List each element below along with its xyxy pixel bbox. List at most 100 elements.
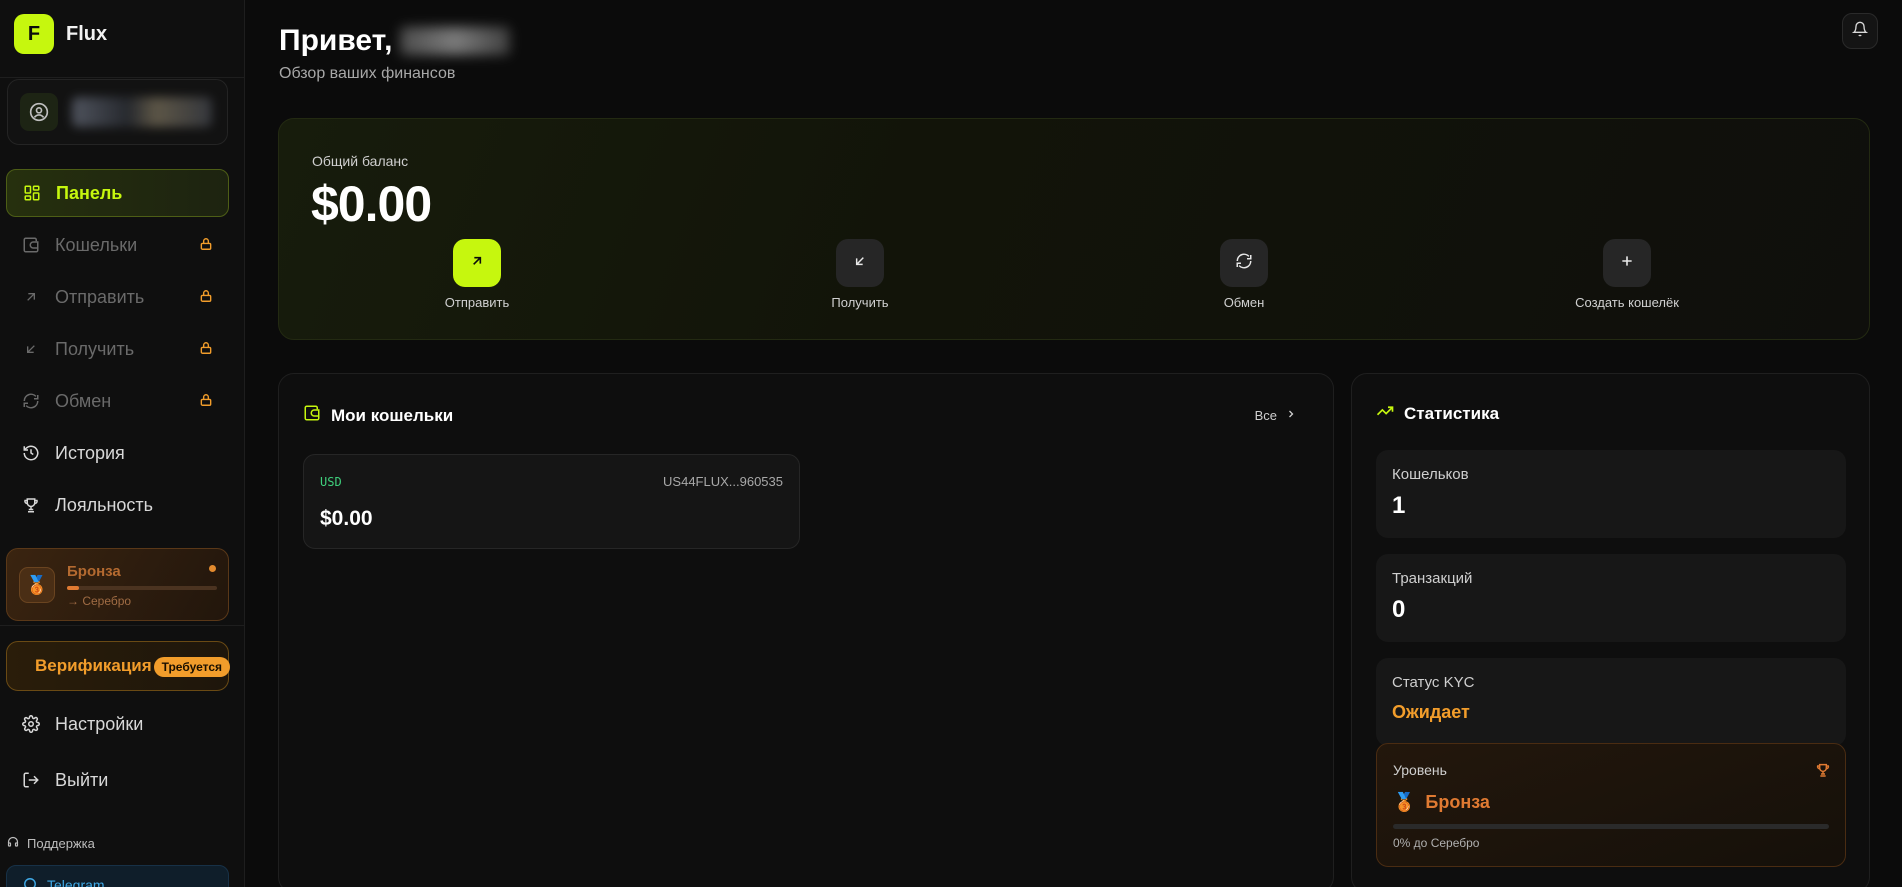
send-action[interactable]: Отправить bbox=[407, 239, 547, 310]
view-all-wallets-link[interactable]: Все bbox=[1255, 408, 1297, 423]
exchange-button[interactable] bbox=[1220, 239, 1268, 287]
level-progress bbox=[1393, 824, 1829, 829]
support-section: Поддержка bbox=[7, 836, 95, 851]
user-avatar-icon bbox=[20, 93, 58, 131]
stat-kyc: Статус KYC Ожидает bbox=[1376, 658, 1846, 746]
wallets-title: Мои кошельки bbox=[303, 404, 453, 427]
bronze-medal-icon: 🥉 bbox=[1393, 792, 1416, 812]
wallet-currency: USD bbox=[320, 475, 342, 489]
brand-name: Flux bbox=[66, 22, 108, 45]
stat-label: Кошельков bbox=[1392, 466, 1469, 483]
loyalty-next-level: → Серебро bbox=[67, 594, 132, 608]
dashboard-icon bbox=[22, 183, 42, 203]
exchange-icon bbox=[21, 391, 41, 411]
lock-icon bbox=[199, 392, 213, 413]
create-wallet-button[interactable] bbox=[1603, 239, 1651, 287]
sidebar-nav: Панель Кошельки Отправить Получить Обмен… bbox=[6, 169, 229, 533]
notifications-button[interactable] bbox=[1842, 13, 1878, 49]
loyalty-progress-fill bbox=[67, 586, 79, 590]
level-label: Уровень bbox=[1393, 762, 1447, 778]
stats-card: Статистика Кошельков 1 Транзакций 0 Стат… bbox=[1351, 373, 1870, 887]
receive-action[interactable]: Получить bbox=[790, 239, 930, 310]
sidebar: F Flux Панель Кошельки Отправить Получит… bbox=[0, 0, 245, 887]
wallet-icon bbox=[21, 235, 41, 255]
page-title: Привет, bbox=[279, 24, 511, 58]
receive-button[interactable] bbox=[836, 239, 884, 287]
arrow-up-right-icon bbox=[21, 287, 41, 307]
sidebar-item-logout[interactable]: Выйти bbox=[6, 756, 229, 804]
balance-label: Общий баланс bbox=[312, 153, 409, 169]
stat-label: Транзакций bbox=[1392, 570, 1473, 587]
lock-icon bbox=[199, 340, 213, 361]
sidebar-item-label: Настройки bbox=[55, 713, 144, 734]
verification-button[interactable]: Верификация Требуется bbox=[6, 641, 230, 691]
action-label: Отправить bbox=[444, 295, 510, 310]
sidebar-item-loyalty[interactable]: Лояльность bbox=[6, 481, 229, 529]
exchange-icon bbox=[1235, 252, 1253, 275]
sidebar-item-history[interactable]: История bbox=[6, 429, 229, 477]
bronze-medal-icon: 🥉 bbox=[19, 567, 55, 603]
send-button[interactable] bbox=[453, 239, 501, 287]
verification-required-badge: Требуется bbox=[153, 657, 230, 677]
main-content: Привет, Обзор ваших финансов Общий балан… bbox=[245, 0, 1902, 887]
wallet-iban: US44FLUX...960535 bbox=[663, 474, 783, 489]
sidebar-item-label: Получить bbox=[55, 338, 135, 359]
logout-icon bbox=[21, 770, 41, 790]
user-card[interactable] bbox=[7, 79, 228, 145]
wallet-item[interactable]: USD US44FLUX...960535 $0.00 bbox=[303, 454, 800, 549]
level-name: 🥉 Бронза bbox=[1393, 792, 1490, 813]
telegram-icon bbox=[23, 877, 37, 887]
balance-value: $0.00 bbox=[311, 176, 432, 232]
trophy-icon bbox=[1815, 762, 1831, 783]
arrow-down-left-icon bbox=[852, 253, 868, 274]
telegram-link[interactable]: Telegram bbox=[6, 865, 229, 887]
stats-title: Статистика bbox=[1376, 402, 1499, 425]
level-name-text: Бронза bbox=[1425, 792, 1490, 812]
loyalty-card[interactable]: 🥉 Бронза → Серебро bbox=[6, 548, 229, 621]
sidebar-item-send[interactable]: Отправить bbox=[6, 273, 229, 321]
wallet-icon bbox=[303, 404, 321, 427]
stat-value: 1 bbox=[1392, 492, 1406, 519]
stat-value: 0 bbox=[1392, 596, 1406, 623]
sidebar-item-label: Обмен bbox=[55, 390, 112, 411]
action-label: Обмен bbox=[1223, 295, 1265, 310]
greeting-text: Привет, bbox=[279, 24, 393, 57]
create-wallet-action[interactable]: Создать кошелёк bbox=[1557, 239, 1697, 310]
sidebar-item-settings[interactable]: Настройки bbox=[6, 700, 229, 748]
chevron-right-icon bbox=[1285, 408, 1297, 423]
headset-icon bbox=[7, 836, 19, 851]
verification-label: Верификация bbox=[35, 656, 152, 675]
support-label: Поддержка bbox=[27, 836, 95, 851]
telegram-label: Telegram bbox=[47, 877, 105, 887]
wallets-title-text: Мои кошельки bbox=[331, 405, 454, 425]
arrow-down-left-icon bbox=[21, 339, 41, 359]
action-label: Создать кошелёк bbox=[1575, 295, 1679, 310]
user-name-redacted bbox=[72, 97, 212, 127]
brand-logo: F bbox=[14, 14, 54, 54]
wallet-amount: $0.00 bbox=[320, 507, 373, 530]
loyalty-level: Бронза bbox=[67, 563, 121, 580]
divider bbox=[0, 77, 245, 78]
trophy-icon bbox=[21, 495, 41, 515]
exchange-action[interactable]: Обмен bbox=[1174, 239, 1314, 310]
wallets-card: Мои кошельки Все USD US44FLUX...960535 $… bbox=[278, 373, 1334, 887]
trending-up-icon bbox=[1376, 402, 1394, 425]
sidebar-item-receive[interactable]: Получить bbox=[6, 325, 229, 373]
balance-card: Общий баланс $0.00 Отправить Получить Об… bbox=[278, 118, 1870, 340]
level-card[interactable]: Уровень 🥉 Бронза 0% до Серебро bbox=[1376, 743, 1846, 867]
lock-icon bbox=[199, 288, 213, 309]
sidebar-item-wallets[interactable]: Кошельки bbox=[6, 221, 229, 269]
divider bbox=[0, 625, 245, 626]
sidebar-item-exchange[interactable]: Обмен bbox=[6, 377, 229, 425]
brand[interactable]: F Flux bbox=[14, 14, 107, 54]
sidebar-item-label: Панель bbox=[56, 182, 123, 203]
sidebar-bottom-nav: Настройки Выйти bbox=[6, 700, 229, 812]
sidebar-item-label: Кошельки bbox=[55, 234, 138, 255]
action-label: Получить bbox=[831, 295, 889, 310]
sidebar-item-label: Лояльность bbox=[55, 494, 154, 515]
loyalty-progress bbox=[67, 586, 217, 590]
stat-transactions: Транзакций 0 bbox=[1376, 554, 1846, 642]
notification-dot bbox=[209, 565, 216, 572]
sidebar-item-dashboard[interactable]: Панель bbox=[6, 169, 229, 217]
bell-icon bbox=[1851, 21, 1869, 42]
